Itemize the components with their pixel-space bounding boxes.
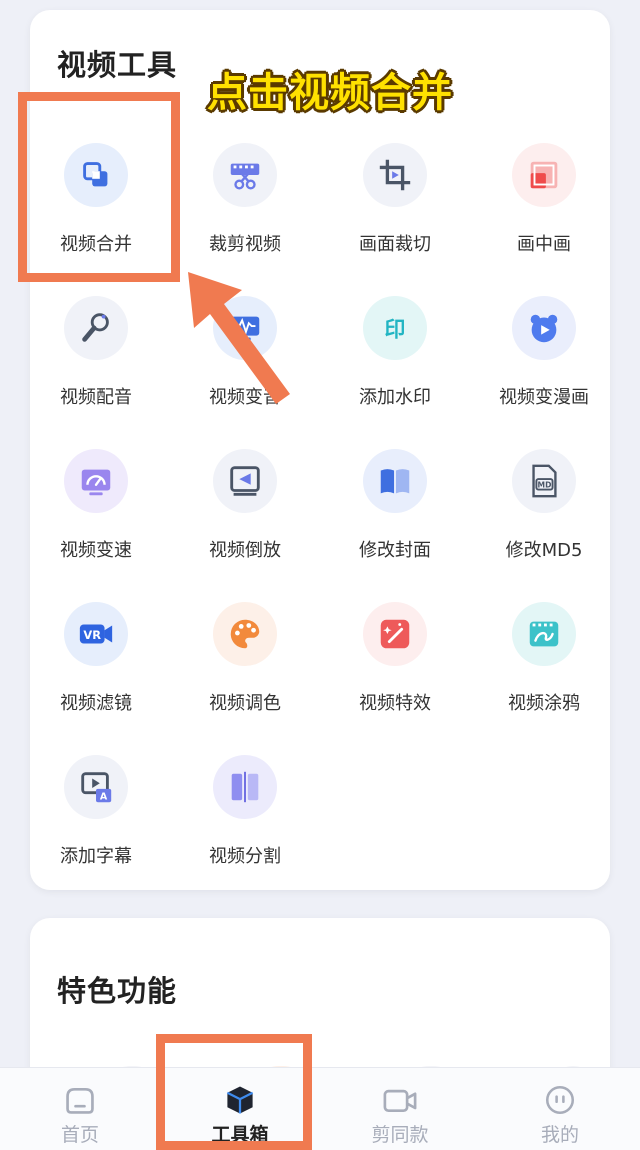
tool-video-reverse[interactable]: 视频倒放 <box>179 446 324 596</box>
tab-profile[interactable]: 我的 <box>480 1068 640 1150</box>
tool-video-speed[interactable]: 视频变速 <box>30 446 175 596</box>
tab-home[interactable]: 首页 <box>0 1068 160 1150</box>
instruction-banner: 点击视频合并 <box>207 70 453 116</box>
home-icon <box>60 1082 100 1118</box>
split-icon <box>213 755 277 819</box>
tab-label: 首页 <box>60 1124 99 1146</box>
tool-frame-crop[interactable]: 画面裁切 <box>329 140 474 290</box>
film-scissors-icon <box>213 143 277 207</box>
svg-text:MD: MD <box>538 481 552 490</box>
video-camera-icon <box>380 1082 420 1118</box>
crop-icon <box>363 143 427 207</box>
highlight-box-toolbox <box>156 1034 312 1150</box>
tool-video-color[interactable]: 视频调色 <box>179 599 324 749</box>
tool-label: 视频变漫画 <box>499 387 589 408</box>
palette-icon <box>213 602 277 666</box>
reverse-play-icon <box>213 449 277 513</box>
subtitle-icon: A <box>64 755 128 819</box>
profile-face-icon <box>540 1082 580 1118</box>
tool-video-dubbing[interactable]: 视频配音 <box>30 293 175 443</box>
picture-in-picture-icon <box>512 143 576 207</box>
tool-label: 画面裁切 <box>359 234 431 255</box>
tab-label: 我的 <box>540 1124 579 1146</box>
tool-label: 视频调色 <box>209 693 281 714</box>
book-icon <box>363 449 427 513</box>
tool-label: 视频特效 <box>359 693 431 714</box>
pointer-arrow-icon <box>188 272 290 404</box>
section-title-video-tools: 视频工具 <box>57 48 178 82</box>
tool-add-subtitle[interactable]: A 添加字幕 <box>30 752 175 902</box>
bear-play-icon <box>512 296 576 360</box>
highlight-box-merge <box>18 92 180 282</box>
tool-label: 添加字幕 <box>60 846 132 867</box>
tool-label: 画中画 <box>517 234 571 255</box>
tool-video-effects[interactable]: 视频特效 <box>329 599 474 749</box>
svg-text:A: A <box>100 791 108 802</box>
tool-add-watermark[interactable]: 印 添加水印 <box>329 293 474 443</box>
tool-label: 添加水印 <box>359 387 431 408</box>
watermark-icon: 印 <box>363 296 427 360</box>
tool-video-filter[interactable]: VR 视频滤镜 <box>30 599 175 749</box>
tool-change-cover[interactable]: 修改封面 <box>329 446 474 596</box>
tool-change-md5[interactable]: MD 修改MD5 <box>478 446 623 596</box>
tool-video-split[interactable]: 视频分割 <box>179 752 324 902</box>
vr-camera-icon: VR <box>64 602 128 666</box>
tool-label: 裁剪视频 <box>209 234 281 255</box>
speedometer-icon <box>64 449 128 513</box>
tool-label: 视频倒放 <box>209 540 281 561</box>
tool-label: 视频滤镜 <box>60 693 132 714</box>
bottom-tab-bar: 首页 工具箱 剪同款 我的 <box>0 1067 640 1150</box>
tool-label: 修改MD5 <box>505 540 583 561</box>
md-file-icon: MD <box>512 449 576 513</box>
svg-text:印: 印 <box>385 318 406 342</box>
section-title-features: 特色功能 <box>57 974 178 1008</box>
tool-label: 视频涂鸦 <box>508 693 580 714</box>
tool-picture-in-picture[interactable]: 画中画 <box>478 140 623 290</box>
tool-label: 视频分割 <box>209 846 281 867</box>
tab-label: 剪同款 <box>371 1124 429 1146</box>
tool-video-doodle[interactable]: 视频涂鸦 <box>478 599 623 749</box>
tool-label: 视频变速 <box>60 540 132 561</box>
tab-template-edit[interactable]: 剪同款 <box>320 1068 480 1150</box>
microphone-icon <box>64 296 128 360</box>
tool-video-to-comic[interactable]: 视频变漫画 <box>478 293 623 443</box>
doodle-icon <box>512 602 576 666</box>
tool-label: 视频配音 <box>60 387 132 408</box>
svg-text:VR: VR <box>83 628 101 642</box>
magic-wand-icon <box>363 602 427 666</box>
tool-label: 修改封面 <box>359 540 431 561</box>
